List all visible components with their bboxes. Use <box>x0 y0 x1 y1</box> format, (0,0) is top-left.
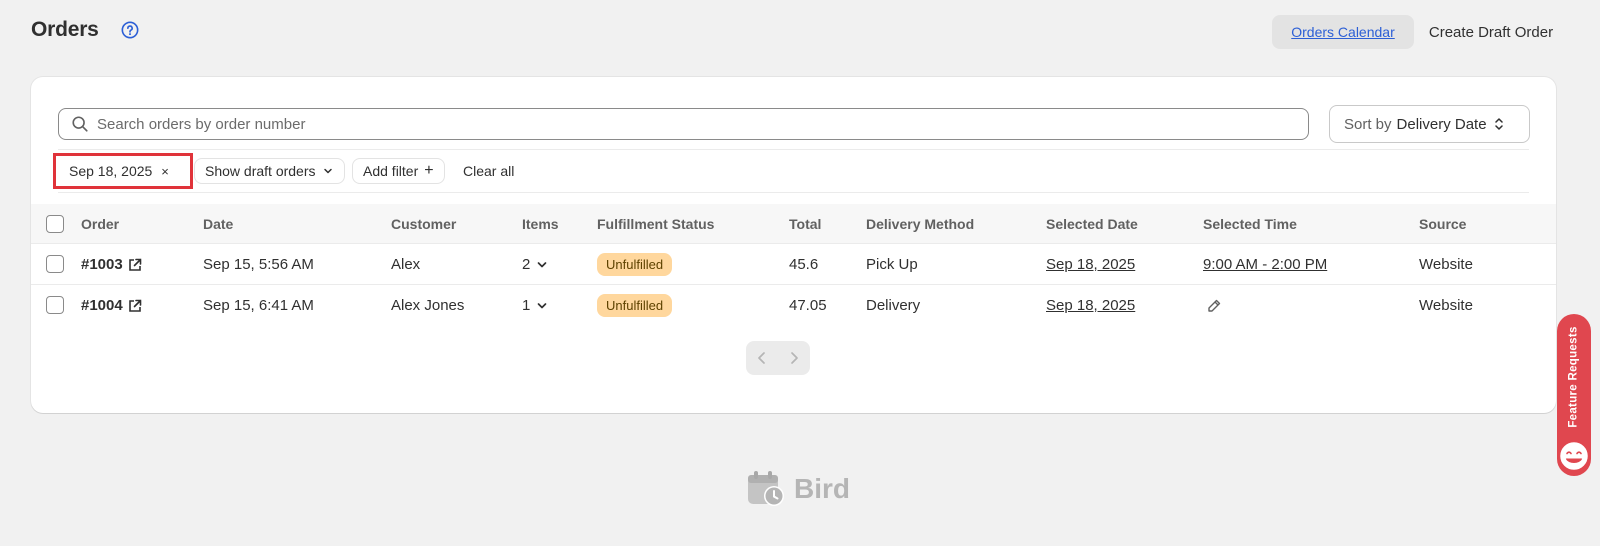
column-header-total[interactable]: Total <box>789 204 821 244</box>
search-box[interactable] <box>58 108 1309 140</box>
next-page-button[interactable] <box>778 341 810 375</box>
calendar-clock-logo-icon <box>748 471 784 506</box>
chevron-down-icon <box>323 168 332 174</box>
column-header-selected-time[interactable]: Selected Time <box>1203 204 1297 244</box>
divider <box>58 149 1529 150</box>
edit-time-button[interactable] <box>1206 285 1222 326</box>
add-filter-label: Add filter <box>363 163 419 179</box>
chevron-left-icon <box>758 352 765 364</box>
order-link[interactable]: #1003 <box>81 244 142 285</box>
status-badge: Unfulfilled <box>597 253 673 276</box>
external-link-icon <box>128 299 142 312</box>
chevron-down-icon <box>537 302 547 308</box>
fulfillment-cell: Unfulfilled <box>597 244 673 285</box>
order-link[interactable]: #1004 <box>81 285 142 326</box>
orders-calendar-button[interactable]: Orders Calendar <box>1272 15 1414 49</box>
selected-time-link[interactable]: 9:00 AM - 2:00 PM <box>1203 244 1327 285</box>
search-input[interactable] <box>97 115 1308 133</box>
pencil-icon <box>1208 299 1221 312</box>
select-all-checkbox[interactable] <box>46 215 64 233</box>
search-icon <box>72 116 88 132</box>
row-checkbox[interactable] <box>46 255 64 273</box>
table-row[interactable]: #1004 Sep 15, 6:41 AM Alex Jones 1 Unful… <box>31 285 1556 326</box>
help-icon[interactable] <box>121 21 139 39</box>
delivery-method: Delivery <box>866 297 921 314</box>
status-badge: Unfulfilled <box>597 294 673 317</box>
order-total: 47.05 <box>789 297 827 314</box>
close-icon[interactable]: × <box>161 164 169 179</box>
column-header-delivery-method[interactable]: Delivery Method <box>866 204 974 244</box>
feature-requests-label: Feature Requests <box>1568 325 1580 428</box>
customer-name: Alex <box>391 256 421 273</box>
column-header-fulfillment[interactable]: Fulfillment Status <box>597 204 714 244</box>
feature-requests-tab[interactable]: Feature Requests <box>1557 314 1591 476</box>
previous-page-button[interactable] <box>746 341 778 375</box>
create-draft-order-button[interactable]: Create Draft Order <box>1420 15 1562 49</box>
column-header-source[interactable]: Source <box>1419 204 1466 244</box>
sort-button[interactable]: Sort by Delivery Date <box>1329 105 1530 143</box>
smiley-face-icon <box>1558 440 1590 472</box>
pagination <box>746 341 810 375</box>
order-source: Website <box>1419 256 1473 273</box>
external-link-icon <box>128 258 142 271</box>
sort-prefix: Sort by <box>1344 115 1392 133</box>
brand-footer: Bird <box>746 470 850 508</box>
order-source: Website <box>1419 297 1473 314</box>
date-chip-label: Sep 18, 2025 <box>69 163 153 179</box>
plus-icon: + <box>424 162 434 179</box>
order-date: Sep 15, 6:41 AM <box>203 297 314 314</box>
column-header-selected-date[interactable]: Selected Date <box>1046 204 1138 244</box>
row-checkbox[interactable] <box>46 296 64 314</box>
items-toggle[interactable]: 2 <box>522 244 548 285</box>
order-number: #1003 <box>81 256 123 273</box>
table-header: Order Date Customer Items Fulfillment St… <box>31 204 1556 244</box>
order-date: Sep 15, 5:56 AM <box>203 256 314 273</box>
table-row[interactable]: #1003 Sep 15, 5:56 AM Alex 2 Unfulfilled… <box>31 244 1556 285</box>
clear-all-button[interactable]: Clear all <box>463 158 514 184</box>
column-header-customer[interactable]: Customer <box>391 204 456 244</box>
selected-date-link[interactable]: Sep 18, 2025 <box>1046 285 1135 326</box>
sort-value: Delivery Date <box>1396 115 1487 133</box>
date-filter-chip[interactable]: Sep 18, 2025 × <box>59 158 179 184</box>
brand-name: Bird <box>794 473 850 504</box>
order-total: 45.6 <box>789 256 819 273</box>
fulfillment-cell: Unfulfilled <box>597 285 673 326</box>
items-toggle[interactable]: 1 <box>522 285 548 326</box>
column-header-date[interactable]: Date <box>203 204 233 244</box>
page-title: Orders <box>31 18 99 41</box>
chevron-down-icon <box>537 261 547 267</box>
chevron-right-icon <box>791 352 798 364</box>
orders-card: Sort by Delivery Date Sep 18, 2025 × Sho… <box>31 77 1556 413</box>
customer-name: Alex Jones <box>391 297 465 314</box>
add-filter-button[interactable]: Add filter + <box>352 158 445 184</box>
order-number: #1004 <box>81 297 123 314</box>
selected-date-link[interactable]: Sep 18, 2025 <box>1046 244 1135 285</box>
delivery-method: Pick Up <box>866 256 918 273</box>
sort-chevrons-icon <box>1494 118 1503 130</box>
feature-requests-label-wrap: Feature Requests <box>1557 314 1591 439</box>
show-draft-orders-filter[interactable]: Show draft orders <box>194 158 345 184</box>
column-header-items[interactable]: Items <box>522 204 559 244</box>
divider <box>58 192 1529 193</box>
draft-filter-label: Show draft orders <box>205 163 316 179</box>
items-count: 1 <box>522 297 531 314</box>
items-count: 2 <box>522 256 531 273</box>
column-header-order[interactable]: Order <box>81 204 119 244</box>
